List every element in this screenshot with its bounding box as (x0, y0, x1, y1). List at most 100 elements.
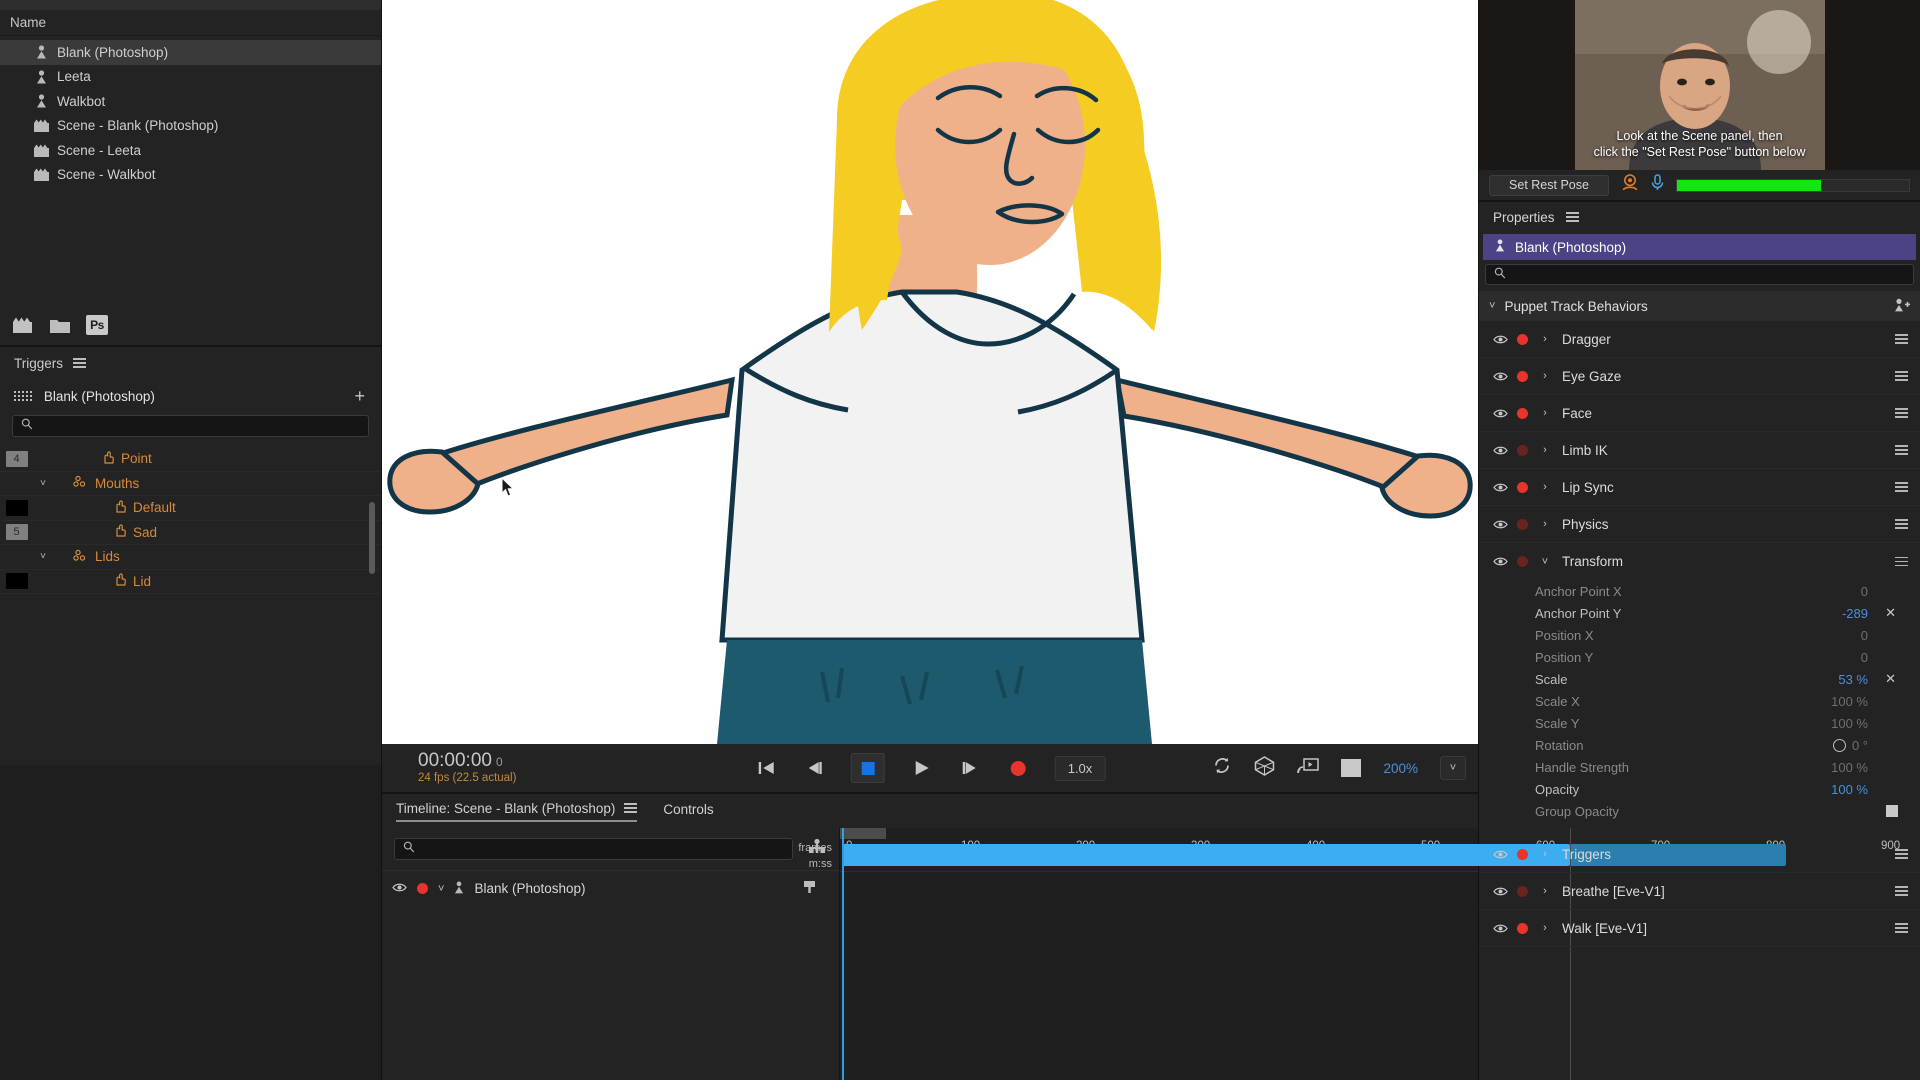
property-row-opacity[interactable]: Opacity 100 % (1479, 778, 1920, 800)
arm-for-record-dot[interactable] (1517, 849, 1528, 860)
chevron-down-icon[interactable]: ˅ (33, 478, 53, 489)
property-value[interactable]: 0 (1861, 628, 1868, 643)
property-value[interactable]: 100 % (1831, 694, 1868, 709)
arm-for-record-dot[interactable] (1517, 923, 1528, 934)
chevron-right-icon[interactable]: › (1534, 922, 1556, 934)
behavior-row-walk[interactable]: › Walk [Eve-V1] (1479, 910, 1920, 947)
chevron-down-icon[interactable]: ˅ (438, 883, 444, 895)
behavior-menu-icon[interactable] (1895, 408, 1908, 418)
project-item-blank-photoshop[interactable]: Blank (Photoshop) (0, 40, 381, 65)
chevron-down-icon[interactable]: ˅ (1489, 300, 1495, 312)
trigger-key[interactable]: 5 (0, 524, 33, 540)
triggers-search-input[interactable] (12, 415, 369, 437)
behavior-row-dragger[interactable]: › Dragger (1479, 321, 1920, 358)
property-row-scale-x[interactable]: Scale X 100 % (1479, 690, 1920, 712)
behavior-row-face[interactable]: › Face (1479, 395, 1920, 432)
reset-property-icon[interactable]: ✕ (1885, 605, 1896, 621)
eye-icon[interactable] (1489, 482, 1511, 493)
webcam-icon[interactable] (1621, 174, 1639, 196)
trigger-key[interactable] (0, 573, 33, 589)
rotation-dial-icon[interactable] (1833, 739, 1846, 752)
properties-panel-menu-icon[interactable] (1566, 212, 1579, 222)
timeline-work-area-bar[interactable] (840, 828, 886, 839)
property-row-handle-strength[interactable]: Handle Strength 100 % (1479, 756, 1920, 778)
property-row-scale-y[interactable]: Scale Y 100 % (1479, 712, 1920, 734)
property-row-anchor-point-y[interactable]: Anchor Point Y -289 ✕ (1479, 602, 1920, 624)
property-row-scale[interactable]: Scale 53 % ✕ (1479, 668, 1920, 690)
new-scene-icon[interactable] (10, 314, 34, 336)
trigger-row-point[interactable]: 4 Point (0, 447, 381, 472)
behavior-menu-icon[interactable] (1895, 557, 1908, 567)
chevron-down-icon[interactable]: ˅ (1534, 556, 1556, 568)
property-value[interactable]: 100 % (1831, 716, 1868, 731)
trigger-row-default[interactable]: Default (0, 496, 381, 521)
trigger-key[interactable] (0, 500, 33, 516)
project-item-leeta[interactable]: Leeta (0, 65, 381, 90)
zoom-level-label[interactable]: 200% (1383, 761, 1418, 776)
eye-icon[interactable] (1489, 556, 1511, 567)
timeline-track-row-header[interactable]: ˅ Blank (Photoshop) (382, 870, 839, 906)
properties-selected-puppet[interactable]: Blank (Photoshop) (1483, 234, 1916, 260)
chevron-right-icon[interactable]: › (1534, 848, 1556, 860)
property-value[interactable]: 0 (1861, 584, 1868, 599)
property-value[interactable]: 100 % (1831, 782, 1868, 797)
property-row-anchor-point-x[interactable]: Anchor Point X 0 (1479, 580, 1920, 602)
project-item-scene-blank-photoshop[interactable]: Scene - Blank (Photoshop) (0, 114, 381, 139)
behavior-row-transform[interactable]: ˅ Transform (1479, 543, 1920, 580)
chevron-right-icon[interactable]: › (1534, 444, 1556, 456)
play-button[interactable] (911, 757, 933, 779)
behavior-row-lip-sync[interactable]: › Lip Sync (1479, 469, 1920, 506)
trigger-row-sad[interactable]: 5 Sad (0, 521, 381, 546)
eye-icon[interactable] (392, 881, 407, 896)
tab-timeline[interactable]: Timeline: Scene - Blank (Photoshop) (396, 801, 637, 822)
chevron-right-icon[interactable]: › (1534, 407, 1556, 419)
new-folder-icon[interactable] (48, 314, 72, 336)
behavior-row-physics[interactable]: › Physics (1479, 506, 1920, 543)
microphone-icon[interactable] (1651, 174, 1664, 196)
add-behavior-icon[interactable] (1894, 298, 1910, 315)
stop-button[interactable] (851, 753, 885, 783)
tab-properties[interactable]: Properties (1493, 210, 1555, 225)
arm-for-record-dot[interactable] (1517, 886, 1528, 897)
refresh-icon[interactable] (1213, 756, 1232, 780)
record-button[interactable] (1007, 757, 1029, 779)
project-item-scene-leeta[interactable]: Scene - Leeta (0, 138, 381, 163)
zoom-dropdown-chevron[interactable]: ˅ (1440, 756, 1466, 780)
property-row-position-y[interactable]: Position Y 0 (1479, 646, 1920, 668)
stream-icon[interactable] (1297, 757, 1319, 779)
project-item-list[interactable]: Blank (Photoshop) Leeta Walkbot (0, 36, 381, 305)
eye-icon[interactable] (1489, 445, 1511, 456)
tab-controls[interactable]: Controls (663, 802, 713, 821)
project-item-walkbot[interactable]: Walkbot (0, 89, 381, 114)
timeline-ruler-and-tracks[interactable]: frames m:ss 0 100 200 300 400 500 600 70… (840, 828, 1478, 1080)
playback-speed-button[interactable]: 1.0x (1055, 756, 1106, 781)
behavior-menu-icon[interactable] (1895, 371, 1908, 381)
property-value[interactable]: 53 % (1838, 672, 1868, 687)
set-rest-pose-button[interactable]: Set Rest Pose (1489, 175, 1609, 196)
camera-preview[interactable]: Look at the Scene panel, then click the … (1479, 0, 1920, 170)
chevron-right-icon[interactable]: › (1534, 481, 1556, 493)
timeline-clip[interactable] (842, 844, 1570, 866)
eye-icon[interactable] (1489, 334, 1511, 345)
group-opacity-checkbox[interactable] (1886, 805, 1898, 817)
behavior-menu-icon[interactable] (1895, 445, 1908, 455)
eye-icon[interactable] (1489, 408, 1511, 419)
arm-for-record-dot[interactable] (1517, 408, 1528, 419)
timeline-search-input[interactable] (394, 838, 793, 860)
puppet-track-behaviors-header[interactable]: ˅ Puppet Track Behaviors (1479, 291, 1920, 321)
arm-for-record-dot[interactable] (1517, 556, 1528, 567)
eye-icon[interactable] (1489, 371, 1511, 382)
property-row-position-x[interactable]: Position X 0 (1479, 624, 1920, 646)
property-value[interactable]: 100 % (1831, 760, 1868, 775)
trigger-key[interactable]: 4 (0, 451, 33, 467)
project-item-scene-walkbot[interactable]: Scene - Walkbot (0, 163, 381, 188)
property-value[interactable]: -289 (1842, 606, 1868, 621)
scene-panel[interactable] (382, 0, 1478, 744)
eye-icon[interactable] (1489, 923, 1511, 934)
behavior-menu-icon[interactable] (1895, 334, 1908, 344)
chevron-down-icon[interactable]: ˅ (33, 551, 53, 562)
camera-input-icon[interactable] (1254, 756, 1275, 781)
timecode-display[interactable]: 00:00:000 24 fps (22.5 actual) (418, 750, 516, 785)
behavior-row-breathe[interactable]: › Breathe [Eve-V1] (1479, 873, 1920, 910)
chevron-right-icon[interactable]: › (1534, 333, 1556, 345)
